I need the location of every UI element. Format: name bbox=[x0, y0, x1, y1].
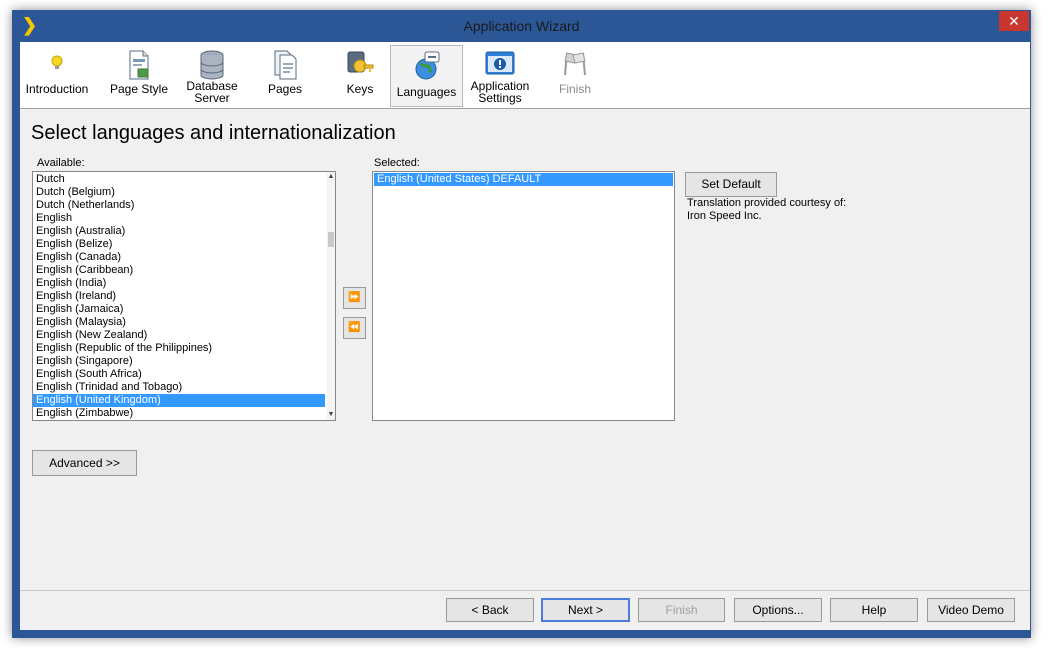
translation-credit-line1: Translation provided courtesy of: bbox=[687, 197, 847, 209]
window-title: Application Wizard bbox=[463, 18, 580, 34]
available-items: Dutch Dutch (Belgium) Dutch (Netherlands) E… bbox=[33, 173, 335, 420]
step-keys[interactable]: Keys bbox=[325, 45, 395, 107]
set-default-button[interactable]: Set Default bbox=[685, 172, 777, 197]
lightbulb-icon bbox=[42, 49, 72, 82]
step-label: Page Style bbox=[109, 82, 169, 96]
remove-language-button[interactable]: ⏪ bbox=[343, 317, 366, 339]
available-list-scrollbar[interactable]: ▲ ▼ bbox=[327, 172, 335, 420]
step-label: Keys bbox=[346, 82, 374, 96]
advanced-button[interactable]: Advanced >> bbox=[32, 450, 137, 476]
add-language-button[interactable]: ⏩ bbox=[343, 287, 366, 309]
title-bar[interactable]: ❯ Application Wizard ✕ bbox=[12, 10, 1031, 42]
scroll-down-icon[interactable]: ▼ bbox=[327, 410, 335, 420]
translation-credit-line2: Iron Speed Inc. bbox=[687, 210, 762, 222]
list-item[interactable]: English (Trinidad and Tobago) bbox=[33, 381, 325, 394]
list-item[interactable]: English (India) bbox=[33, 277, 325, 290]
application-wizard-window: ❯ Application Wizard ✕ Introduction Page… bbox=[12, 10, 1031, 638]
wizard-client-area: Introduction Page Style Database Server P… bbox=[20, 42, 1030, 630]
pages-icon bbox=[270, 49, 300, 84]
list-item[interactable]: English (Ireland) bbox=[33, 290, 325, 303]
step-label: Languages bbox=[396, 85, 457, 99]
selected-label: Selected: bbox=[374, 157, 420, 169]
scroll-thumb[interactable] bbox=[328, 232, 334, 247]
step-label: Pages bbox=[267, 82, 303, 96]
step-label: Database Server bbox=[186, 79, 238, 105]
list-item[interactable]: English (Singapore) bbox=[33, 355, 325, 368]
wizard-steps-toolbar: Introduction Page Style Database Server P… bbox=[20, 42, 1030, 109]
step-page-style[interactable]: Page Style bbox=[102, 45, 176, 107]
step-introduction[interactable]: Introduction bbox=[24, 45, 90, 107]
list-item[interactable]: English (Zimbabwe) bbox=[33, 407, 325, 420]
list-item[interactable]: English (United Kingdom) bbox=[33, 394, 325, 407]
finish-button: Finish bbox=[638, 598, 725, 622]
step-pages[interactable]: Pages bbox=[250, 45, 320, 107]
checkered-flags-icon bbox=[559, 49, 591, 82]
step-label: Application Settings bbox=[470, 79, 530, 105]
available-label: Available: bbox=[37, 157, 85, 169]
step-languages[interactable]: Languages bbox=[390, 45, 463, 107]
list-item[interactable]: Dutch (Netherlands) bbox=[33, 199, 325, 212]
list-item[interactable]: Dutch (Belgium) bbox=[33, 186, 325, 199]
scroll-up-icon[interactable]: ▲ bbox=[327, 172, 335, 182]
page-style-icon bbox=[124, 49, 154, 84]
list-item[interactable]: English (New Zealand) bbox=[33, 329, 325, 342]
list-item[interactable]: English (Republic of the Philippines) bbox=[33, 342, 325, 355]
list-item[interactable]: English (United States) DEFAULT bbox=[374, 173, 673, 186]
list-item[interactable]: Dutch bbox=[33, 173, 325, 186]
globe-icon bbox=[412, 50, 442, 85]
step-finish: Finish bbox=[540, 45, 610, 107]
close-button[interactable]: ✕ bbox=[999, 11, 1029, 31]
list-item[interactable]: English (Australia) bbox=[33, 225, 325, 238]
back-button[interactable]: < Back bbox=[446, 598, 534, 622]
step-database-server[interactable]: Database Server bbox=[177, 45, 247, 107]
selected-languages-list[interactable]: English (United States) DEFAULT bbox=[372, 171, 675, 421]
footer-divider bbox=[20, 590, 1030, 591]
options-button[interactable]: Options... bbox=[734, 598, 822, 622]
step-label: Finish bbox=[558, 82, 591, 96]
list-item[interactable]: English (Canada) bbox=[33, 251, 325, 264]
help-button[interactable]: Help bbox=[830, 598, 918, 622]
list-item[interactable]: English (Belize) bbox=[33, 238, 325, 251]
settings-icon bbox=[484, 49, 516, 82]
list-item[interactable]: English bbox=[33, 212, 325, 225]
list-item[interactable]: English (Caribbean) bbox=[33, 264, 325, 277]
list-item[interactable]: English (Jamaica) bbox=[33, 303, 325, 316]
keys-icon bbox=[345, 49, 375, 84]
next-button[interactable]: Next > bbox=[541, 598, 630, 622]
list-item[interactable]: English (Malaysia) bbox=[33, 316, 325, 329]
list-item[interactable]: English (South Africa) bbox=[33, 368, 325, 381]
step-label: Introduction bbox=[25, 82, 89, 96]
available-languages-list[interactable]: Dutch Dutch (Belgium) Dutch (Netherlands) E… bbox=[32, 171, 336, 421]
step-application-settings[interactable]: Application Settings bbox=[465, 45, 535, 107]
page-title: Select languages and internationalizatio… bbox=[31, 122, 396, 144]
video-demo-button[interactable]: Video Demo bbox=[927, 598, 1015, 622]
